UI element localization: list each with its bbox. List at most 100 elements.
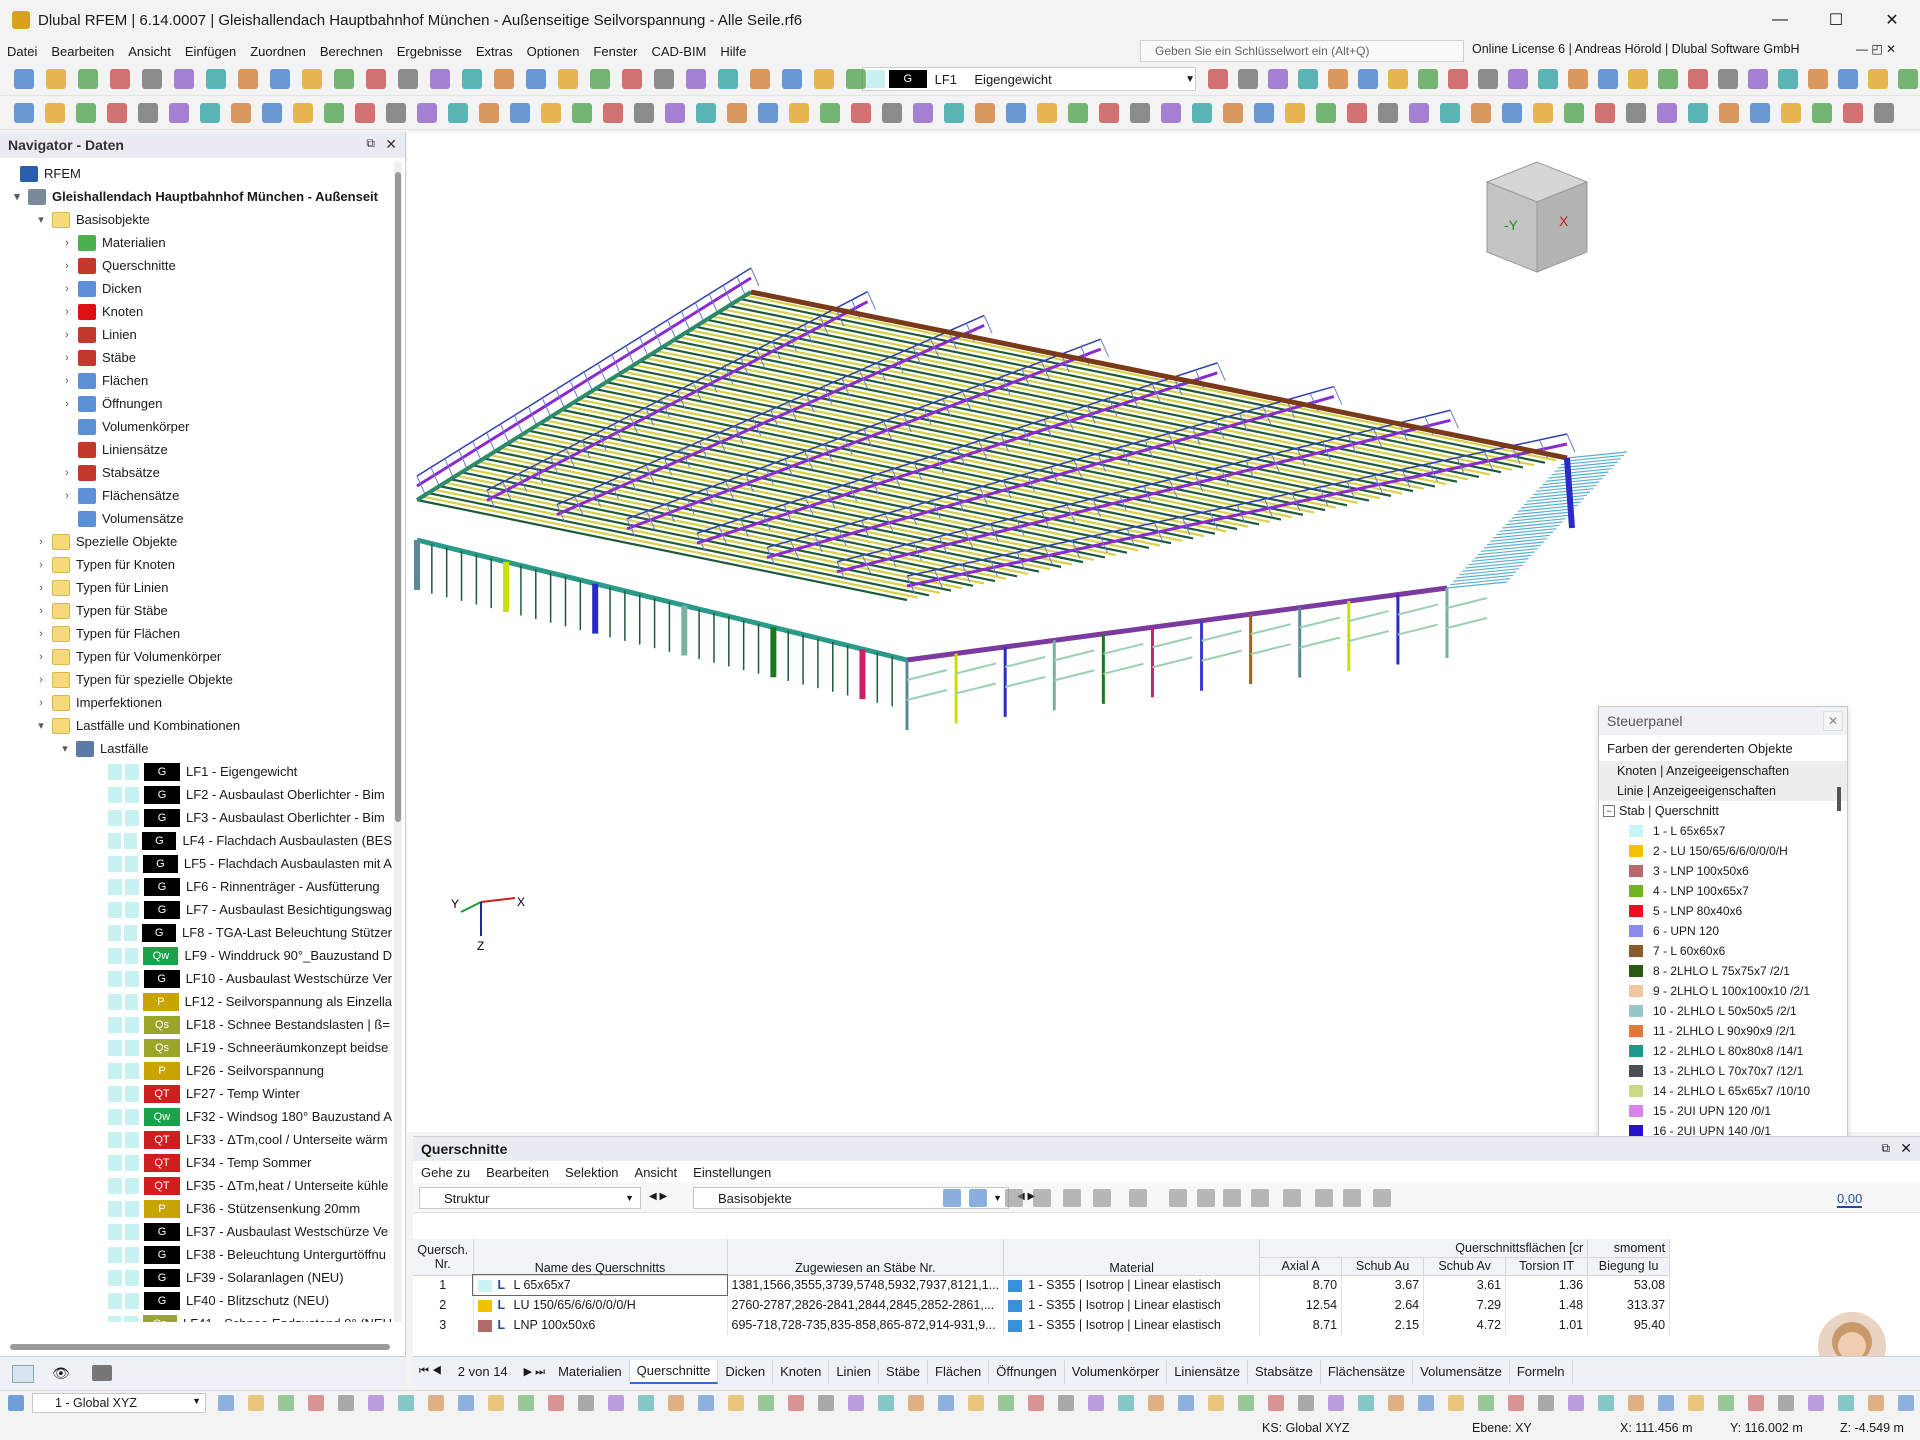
first-page-icon[interactable]: ⏮ ◀ bbox=[413, 1365, 448, 1378]
prev-icon[interactable]: ◀ ▶ bbox=[649, 1191, 667, 1202]
section-color-item[interactable]: 6 - UPN 120 bbox=[1599, 921, 1847, 941]
tree-item[interactable]: › Dicken bbox=[0, 277, 392, 300]
toolbar-tool-icon[interactable] bbox=[696, 103, 716, 123]
bracing-member[interactable] bbox=[906, 669, 948, 681]
toolbar-tool-icon[interactable] bbox=[1595, 103, 1615, 123]
tab-liniensätze[interactable]: Liniensätze bbox=[1167, 1359, 1248, 1384]
toolbar-tool-icon[interactable] bbox=[590, 69, 610, 89]
snap-tool-icon[interactable] bbox=[908, 1395, 924, 1411]
snap-tool-icon[interactable] bbox=[518, 1395, 534, 1411]
col-name[interactable]: Name des Querschnitts bbox=[473, 1239, 728, 1276]
toolbar-tool-icon[interactable] bbox=[1006, 103, 1026, 123]
toolbar-tool-icon[interactable] bbox=[1378, 103, 1398, 123]
roof-truss-chord[interactable] bbox=[626, 347, 1102, 531]
toolbar-tool-icon[interactable] bbox=[324, 103, 344, 123]
cell-material[interactable]: 1 - S355 | Isotrop | Linear elastisch bbox=[1003, 1315, 1261, 1335]
tree-loadcase[interactable]: G LF5 - Flachdach Ausbaulasten mit A bbox=[0, 852, 392, 875]
pin-icon[interactable]: ⧉ bbox=[1881, 1141, 1890, 1156]
cantilever-member[interactable] bbox=[1566, 451, 1628, 459]
toolbar-tool-icon[interactable] bbox=[1898, 69, 1918, 89]
snap-tool-icon[interactable] bbox=[728, 1395, 744, 1411]
snap-tool-icon[interactable] bbox=[1868, 1395, 1884, 1411]
tree-loadcase[interactable]: Qw LF9 - Winddruck 90°_Bauzustand D bbox=[0, 944, 392, 967]
toolbar-tool-icon[interactable] bbox=[386, 103, 406, 123]
roof-purlin[interactable] bbox=[489, 453, 1051, 571]
chevron-right-icon[interactable]: › bbox=[60, 467, 74, 479]
toolbar-tool-icon[interactable] bbox=[1161, 103, 1181, 123]
section-color-item[interactable]: 8 - 2LHLO L 75x75x7 /2/1 bbox=[1599, 961, 1847, 981]
menu-item[interactable]: Einfügen bbox=[178, 44, 243, 59]
view-cube[interactable]: -Y X bbox=[1457, 152, 1597, 292]
tree-loadcase[interactable]: QT LF34 - Temp Sommer bbox=[0, 1151, 392, 1174]
tree-folder-basis[interactable]: ▾ Basisobjekte bbox=[0, 208, 392, 231]
roof-purlin[interactable] bbox=[466, 467, 1007, 580]
tree-loadcase[interactable]: P LF12 - Seilvorspannung als Einzella bbox=[0, 990, 392, 1013]
cantilever-member[interactable] bbox=[1459, 568, 1520, 576]
bracing-member[interactable] bbox=[1348, 630, 1390, 643]
section-color-item[interactable]: 4 - LNP 100x65x7 bbox=[1599, 881, 1847, 901]
chevron-right-icon[interactable]: › bbox=[34, 582, 48, 594]
toolbar-tool-icon[interactable] bbox=[1657, 103, 1677, 123]
toolbar-tool-icon[interactable] bbox=[913, 103, 933, 123]
cantilever-member[interactable] bbox=[1471, 554, 1532, 562]
cantilever-member[interactable] bbox=[1545, 474, 1606, 482]
snap-tool-icon[interactable] bbox=[1208, 1395, 1224, 1411]
cantilever-member[interactable] bbox=[1450, 578, 1511, 586]
bracing-member[interactable] bbox=[1250, 623, 1291, 636]
bracing-member[interactable] bbox=[1299, 636, 1340, 649]
menu-item[interactable]: Ansicht bbox=[121, 44, 178, 59]
tree-loadcase[interactable]: G LF10 - Ausbaulast Westschürze Ver bbox=[0, 967, 392, 990]
toolbar-tool-icon[interactable] bbox=[1068, 103, 1088, 123]
bracing-member[interactable] bbox=[1348, 610, 1390, 623]
navigator-hscrollbar[interactable] bbox=[10, 1344, 390, 1350]
chevron-right-icon[interactable]: › bbox=[60, 329, 74, 341]
cantilever-member[interactable] bbox=[1508, 514, 1569, 522]
toolbar-tool-icon[interactable] bbox=[142, 69, 162, 89]
table-tool-icon[interactable] bbox=[1373, 1189, 1391, 1207]
snap-tool-icon[interactable] bbox=[1718, 1395, 1734, 1411]
snap-tool-icon[interactable] bbox=[1358, 1395, 1374, 1411]
tree-loadcase[interactable]: G LF37 - Ausbaulast Westschürze Ve bbox=[0, 1220, 392, 1243]
snap-tool-icon[interactable] bbox=[1688, 1395, 1704, 1411]
table-menu-item[interactable]: Gehe zu bbox=[413, 1165, 478, 1180]
data-navigator-icon[interactable] bbox=[12, 1365, 34, 1383]
toolbar-tool-icon[interactable] bbox=[727, 103, 747, 123]
toolbar-tool-icon[interactable] bbox=[665, 103, 685, 123]
toolbar-tool-icon[interactable] bbox=[1268, 69, 1288, 89]
toolbar-tool-icon[interactable] bbox=[1658, 69, 1678, 89]
snap-tool-icon[interactable] bbox=[998, 1395, 1014, 1411]
cantilever-member[interactable] bbox=[1477, 548, 1538, 556]
chevron-right-icon[interactable]: › bbox=[34, 559, 48, 571]
table-menu-item[interactable]: Bearbeiten bbox=[478, 1165, 557, 1180]
toolbar-tool-icon[interactable] bbox=[46, 69, 66, 89]
snap-tool-icon[interactable] bbox=[1598, 1395, 1614, 1411]
bracing-member[interactable] bbox=[1201, 629, 1242, 642]
tab-knoten[interactable]: Knoten bbox=[773, 1359, 830, 1384]
toolbar-tool-icon[interactable] bbox=[541, 103, 561, 123]
toolbar-tool-icon[interactable] bbox=[1748, 69, 1768, 89]
chevron-right-icon[interactable]: › bbox=[60, 237, 74, 249]
close-icon[interactable]: ✕ bbox=[1823, 711, 1843, 731]
chevron-right-icon[interactable]: › bbox=[60, 352, 74, 364]
snap-tool-icon[interactable] bbox=[1088, 1395, 1104, 1411]
toolbar-tool-icon[interactable] bbox=[76, 103, 96, 123]
toolbar-tool-icon[interactable] bbox=[417, 103, 437, 123]
toolbar-tool-icon[interactable] bbox=[1388, 69, 1408, 89]
chevron-right-icon[interactable]: › bbox=[34, 605, 48, 617]
toolbar-tool-icon[interactable] bbox=[174, 69, 194, 89]
doc-window-controls[interactable]: — ◰ ✕ bbox=[1856, 42, 1896, 56]
table-tool-icon[interactable] bbox=[1251, 1189, 1269, 1207]
toolbar-tool-icon[interactable] bbox=[200, 103, 220, 123]
chevron-right-icon[interactable]: › bbox=[60, 375, 74, 387]
snap-tool-icon[interactable] bbox=[1748, 1395, 1764, 1411]
tree-loadcase[interactable]: Qs LF41 - Schnee Endzustand 0° (NEU bbox=[0, 1312, 392, 1322]
menu-item[interactable]: Zuordnen bbox=[243, 44, 313, 59]
structure-dropdown[interactable]: Struktur ▼ bbox=[419, 1187, 641, 1209]
tree-folder[interactable]: › Typen für Flächen bbox=[0, 622, 392, 645]
chevron-down-icon[interactable]: ▾ bbox=[10, 190, 24, 203]
section-color-item[interactable]: 5 - LNP 80x40x6 bbox=[1599, 901, 1847, 921]
toolbar-tool-icon[interactable] bbox=[1502, 103, 1522, 123]
cantilever-member[interactable] bbox=[1514, 508, 1575, 516]
tree-item[interactable]: › Stäbe bbox=[0, 346, 392, 369]
toolbar-tool-icon[interactable] bbox=[1298, 69, 1318, 89]
